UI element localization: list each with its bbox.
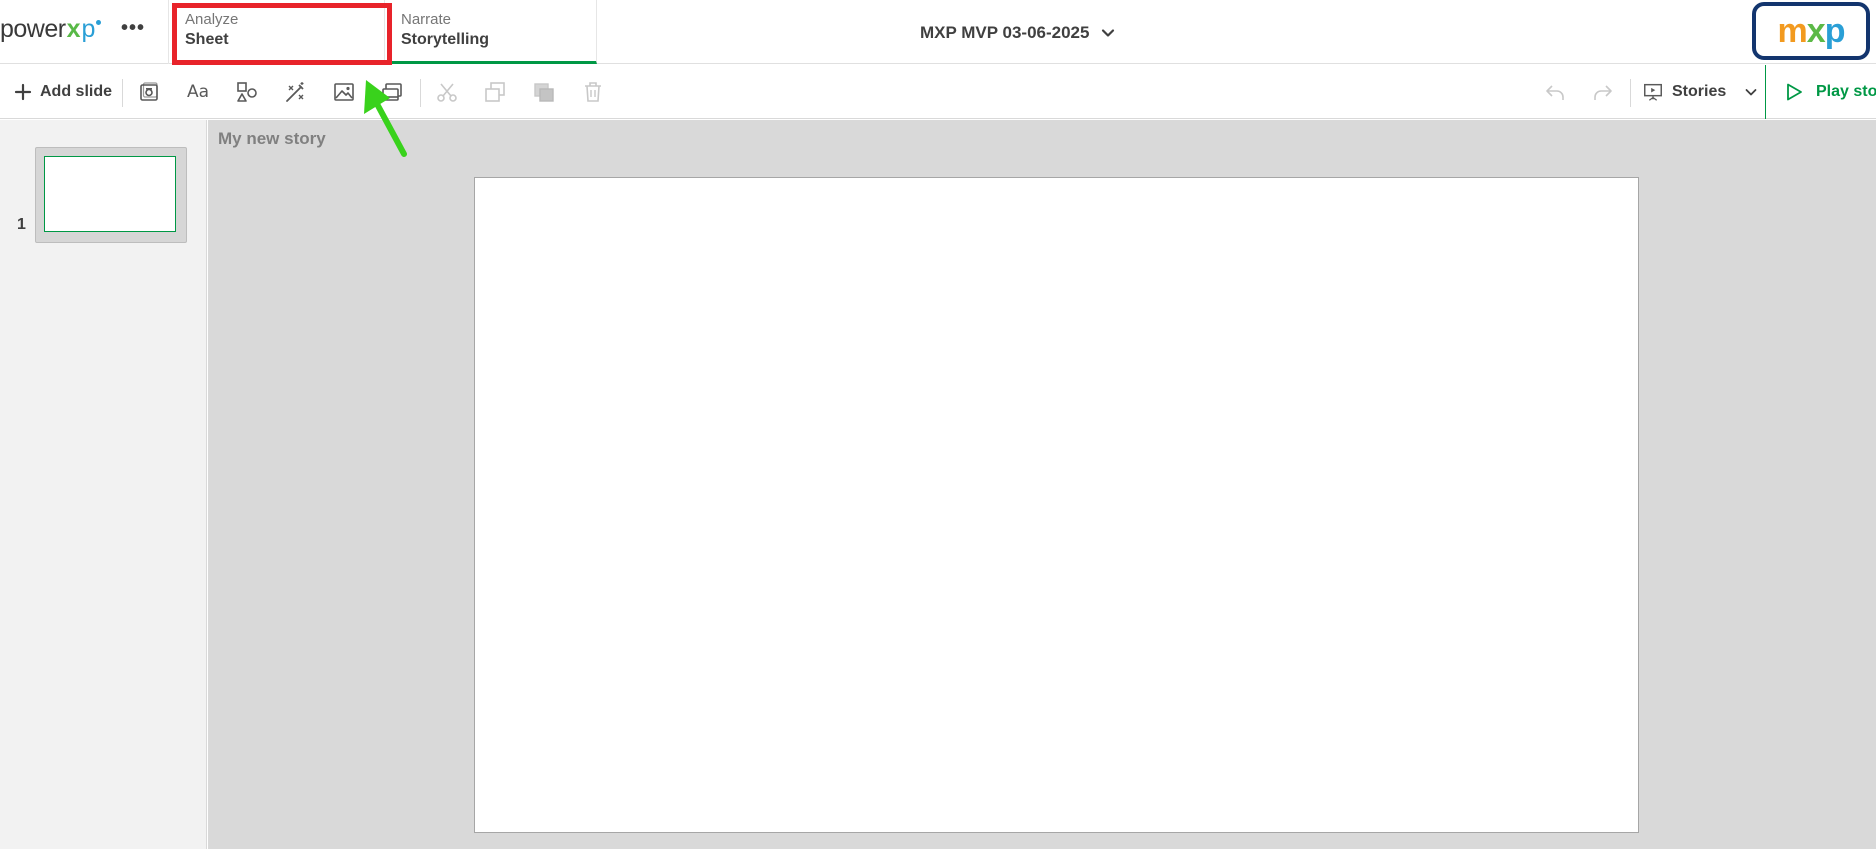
- sheet-embed-button[interactable]: [373, 73, 411, 111]
- brand-x: x: [66, 14, 81, 43]
- slide-canvas[interactable]: [474, 177, 1639, 833]
- image-button[interactable]: [325, 73, 363, 111]
- tab-title: Sheet: [185, 31, 229, 48]
- story-title[interactable]: My new story: [218, 129, 326, 149]
- redo-button[interactable]: [1584, 73, 1622, 111]
- snapshot-button[interactable]: [130, 73, 168, 111]
- paste-button[interactable]: [525, 73, 563, 111]
- copy-icon: [485, 82, 505, 102]
- powerxp-logo[interactable]: power x p: [0, 12, 102, 46]
- slide-panel: 1: [0, 120, 207, 849]
- image-icon: [334, 83, 354, 101]
- stories-dropdown-button[interactable]: Stories: [1636, 73, 1764, 111]
- cut-icon: [437, 83, 457, 102]
- toolbar-divider: [122, 79, 123, 107]
- delete-button[interactable]: [574, 73, 612, 111]
- app-title-dropdown[interactable]: MXP MVP 03-06-2025: [920, 20, 1115, 46]
- story-toolbar: Add slide Aa Stories Play sto: [0, 65, 1876, 119]
- redo-icon: [1594, 85, 1612, 100]
- tab-kicker: Narrate: [401, 11, 452, 28]
- tab-title: Storytelling: [401, 31, 490, 48]
- mxp-logo: mxp: [1752, 2, 1870, 60]
- slide-thumbnail-preview: [44, 156, 176, 232]
- presentation-icon: [1644, 83, 1662, 101]
- text-tool-button[interactable]: Aa: [179, 73, 217, 111]
- shapes-button[interactable]: [228, 73, 266, 111]
- tab-analyze-sheet[interactable]: Analyze Sheet: [168, 0, 392, 64]
- logo-x: x: [1806, 11, 1826, 50]
- logo-p: p: [1824, 11, 1846, 50]
- sheet-embed-icon: [382, 83, 402, 101]
- tab-narrate-storytelling[interactable]: Narrate Storytelling: [384, 0, 597, 64]
- add-slide-label: Add slide: [40, 83, 113, 100]
- play-icon: [1787, 83, 1802, 101]
- slide-thumbnail[interactable]: [35, 147, 187, 243]
- top-header: power x p ••• Analyze Sheet Narrate Storyt…: [0, 0, 1876, 65]
- brand-word: power: [0, 14, 66, 43]
- story-canvas-area: My new story: [208, 120, 1876, 849]
- more-options-button[interactable]: •••: [118, 18, 148, 44]
- brand-tail: p: [81, 14, 96, 43]
- chevron-down-icon: [1102, 29, 1115, 37]
- cut-button[interactable]: [428, 73, 466, 111]
- toolbar-divider: [1630, 79, 1631, 107]
- shapes-icon: [237, 82, 257, 102]
- text-icon: Aa: [186, 82, 210, 102]
- plus-icon: [14, 83, 32, 101]
- stories-label: Stories: [1672, 83, 1727, 100]
- undo-button[interactable]: [1536, 73, 1574, 111]
- copy-button[interactable]: [476, 73, 514, 111]
- delete-icon: [585, 82, 601, 102]
- brand-dot: [96, 19, 102, 25]
- add-slide-button[interactable]: Add slide: [8, 73, 118, 111]
- undo-icon: [1546, 85, 1564, 100]
- paste-icon: [534, 83, 554, 102]
- slide-number: 1: [17, 216, 26, 233]
- logo-m: m: [1777, 11, 1808, 50]
- snapshot-icon: [140, 82, 158, 101]
- tab-kicker: Analyze: [185, 11, 239, 28]
- play-story-label: Play story: [1816, 83, 1876, 100]
- play-story-button[interactable]: Play story: [1765, 65, 1876, 119]
- app-title: MXP MVP 03-06-2025: [920, 23, 1090, 42]
- chevron-down-icon: [1745, 89, 1757, 96]
- effects-button[interactable]: [277, 73, 315, 111]
- effects-icon: [286, 82, 304, 102]
- toolbar-divider: [420, 79, 421, 107]
